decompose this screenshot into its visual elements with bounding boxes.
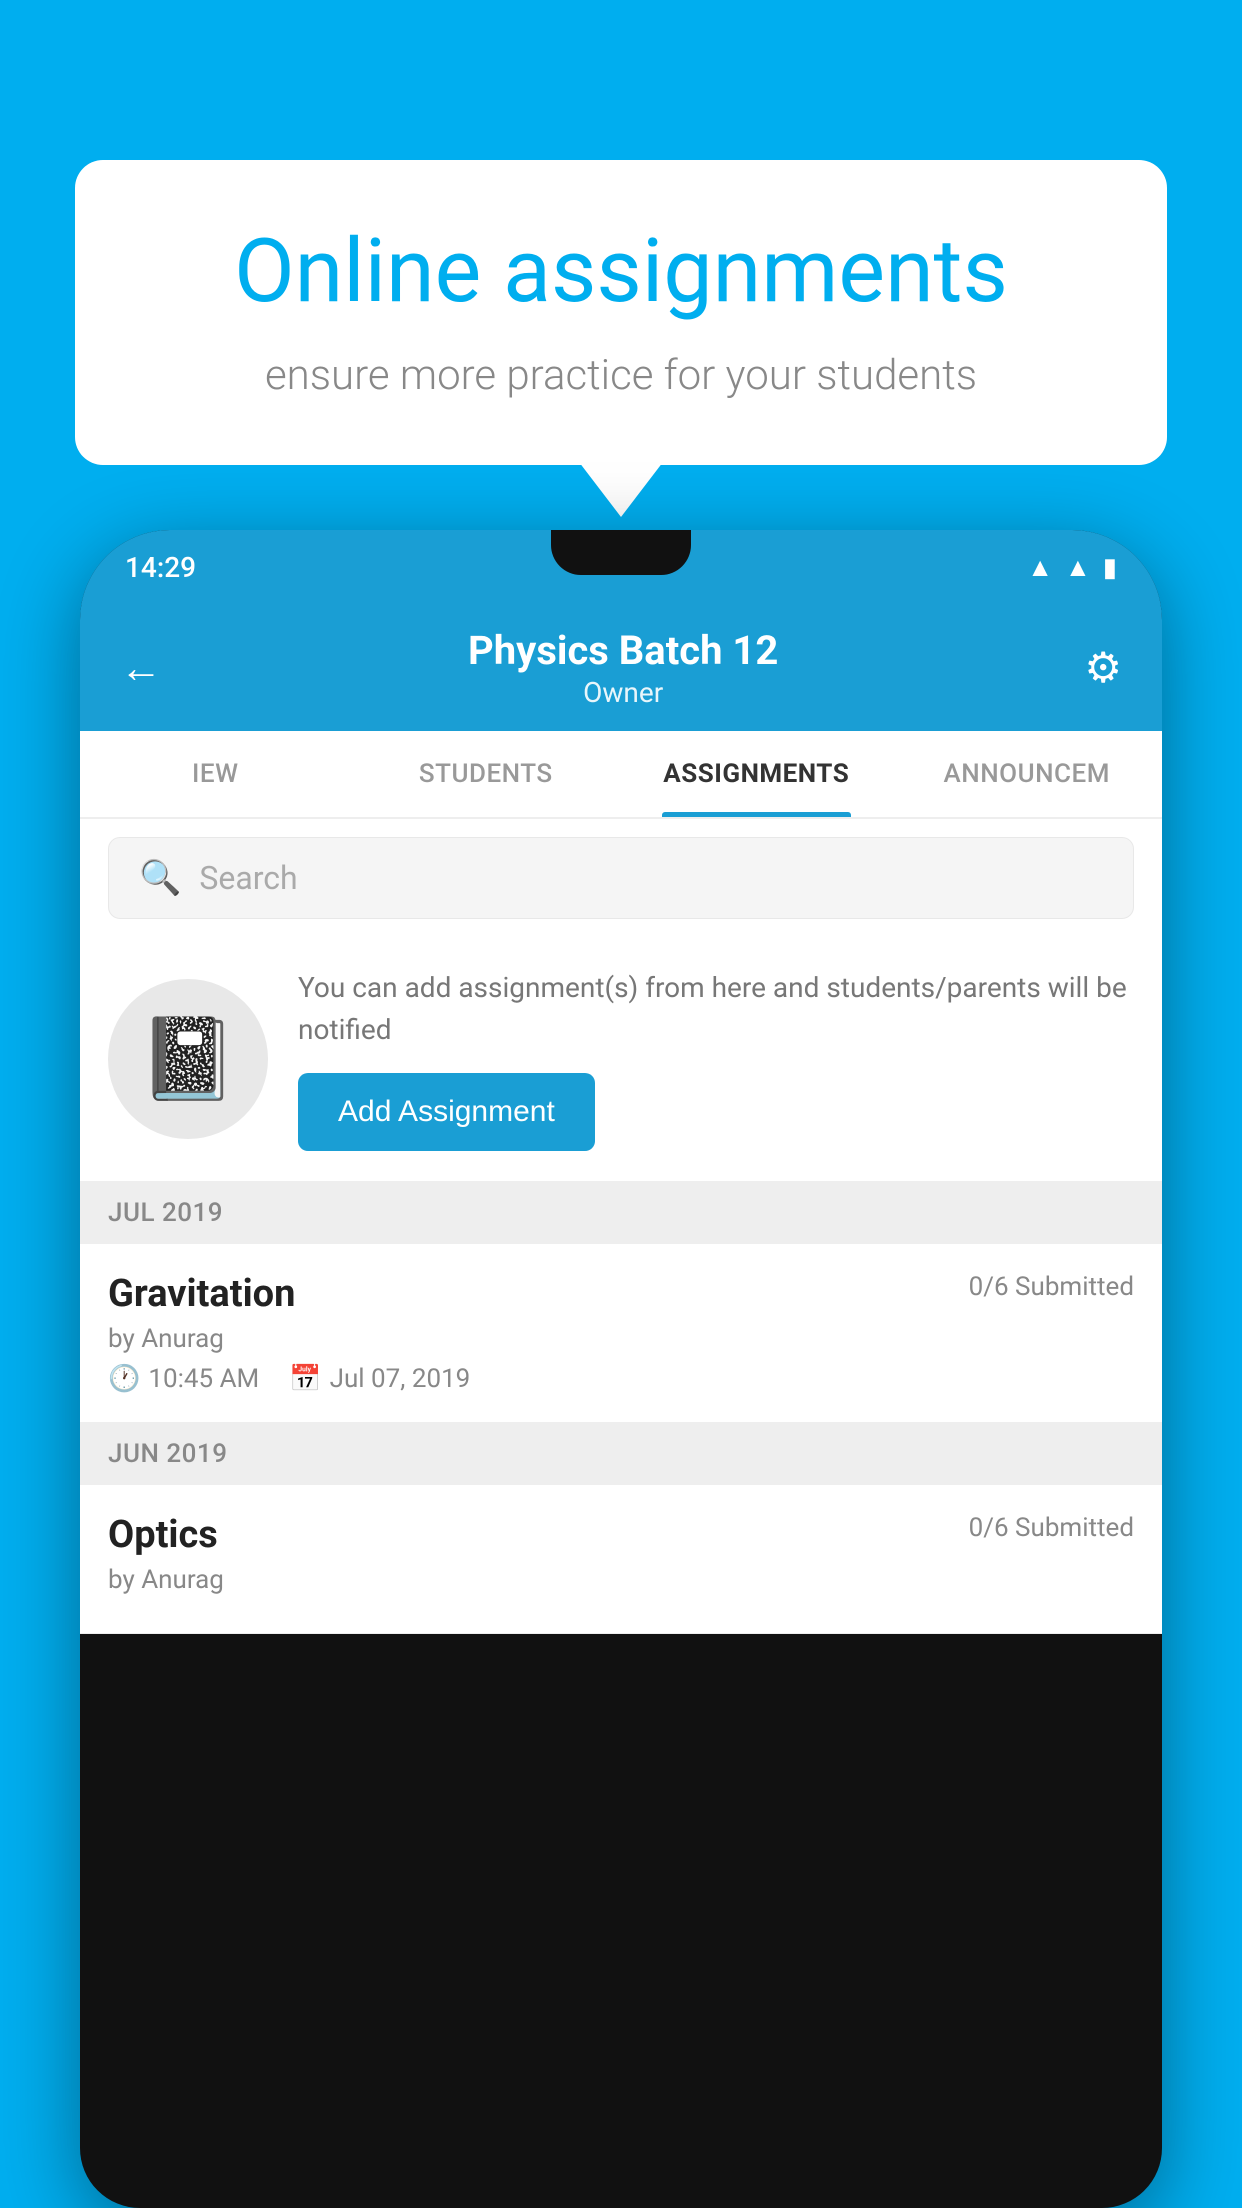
app-header: ← Physics Batch 12 Owner ⚙	[80, 605, 1162, 731]
calendar-icon: 📅	[289, 1364, 321, 1394]
search-bar-container: 🔍 Search	[80, 819, 1162, 937]
section-label-jun: JUN 2019	[108, 1439, 227, 1469]
search-bar[interactable]: 🔍 Search	[108, 837, 1134, 919]
section-label-jul: JUL 2019	[108, 1198, 223, 1228]
clock-icon: 🕐	[108, 1364, 140, 1394]
speech-bubble-subtitle: ensure more practice for your students	[145, 351, 1097, 400]
assignment-by-optics: by Anurag	[108, 1565, 1134, 1595]
assignment-time-gravitation: 10:45 AM	[148, 1364, 259, 1394]
tab-announcements[interactable]: ANNOUNCEM	[892, 731, 1163, 817]
tab-iew[interactable]: IEW	[80, 731, 351, 817]
meta-time-gravitation: 🕐 10:45 AM	[108, 1364, 259, 1394]
assignment-submitted-gravitation: 0/6 Submitted	[969, 1272, 1134, 1302]
speech-bubble-title: Online assignments	[145, 220, 1097, 323]
speech-bubble: Online assignments ensure more practice …	[75, 160, 1167, 465]
meta-date-gravitation: 📅 Jul 07, 2019	[289, 1364, 470, 1394]
status-time: 14:29	[125, 551, 196, 584]
back-button[interactable]: ←	[120, 644, 162, 693]
section-header-jul: JUL 2019	[80, 1182, 1162, 1244]
notebook-icon: 📓	[138, 1012, 238, 1106]
tab-assignments[interactable]: ASSIGNMENTS	[621, 731, 892, 817]
battery-icon: ▮	[1103, 553, 1117, 583]
assignment-name-gravitation: Gravitation	[108, 1272, 295, 1316]
phone-frame: 14:29 ▲ ▲ ▮ ← Physics Batch 12 Owner ⚙ I…	[80, 530, 1162, 2208]
status-icons: ▲ ▲ ▮	[1027, 552, 1117, 583]
search-icon: 🔍	[139, 858, 181, 898]
add-assignment-button[interactable]: Add Assignment	[298, 1073, 595, 1151]
status-bar: 14:29 ▲ ▲ ▮	[80, 530, 1162, 605]
tab-students[interactable]: STUDENTS	[351, 731, 622, 817]
section-header-jun: JUN 2019	[80, 1423, 1162, 1485]
assignment-meta-gravitation: 🕐 10:45 AM 📅 Jul 07, 2019	[108, 1364, 1134, 1394]
speech-bubble-container: Online assignments ensure more practice …	[75, 160, 1167, 465]
assignment-date-gravitation: Jul 07, 2019	[330, 1364, 471, 1394]
assignment-submitted-optics: 0/6 Submitted	[969, 1513, 1134, 1543]
wifi-icon: ▲	[1027, 552, 1053, 583]
tabs-bar: IEW STUDENTS ASSIGNMENTS ANNOUNCEM	[80, 731, 1162, 819]
assignment-item-top: Gravitation 0/6 Submitted	[108, 1272, 1134, 1316]
assignment-by-gravitation: by Anurag	[108, 1324, 1134, 1354]
settings-icon[interactable]: ⚙	[1084, 643, 1122, 693]
batch-title: Physics Batch 12	[468, 627, 778, 674]
assignment-item-top-optics: Optics 0/6 Submitted	[108, 1513, 1134, 1557]
assignment-item-optics[interactable]: Optics 0/6 Submitted by Anurag	[80, 1485, 1162, 1634]
add-assignment-content: You can add assignment(s) from here and …	[298, 967, 1134, 1151]
phone-screen: 🔍 Search 📓 You can add assignment(s) fro…	[80, 819, 1162, 1634]
add-assignment-description: You can add assignment(s) from here and …	[298, 967, 1134, 1051]
signal-icon: ▲	[1065, 552, 1091, 583]
assignment-item-gravitation[interactable]: Gravitation 0/6 Submitted by Anurag 🕐 10…	[80, 1244, 1162, 1423]
assignment-icon-circle: 📓	[108, 979, 268, 1139]
add-assignment-banner: 📓 You can add assignment(s) from here an…	[80, 937, 1162, 1182]
assignment-name-optics: Optics	[108, 1513, 218, 1557]
search-placeholder: Search	[199, 859, 297, 897]
header-title-block: Physics Batch 12 Owner	[468, 627, 778, 709]
owner-subtitle: Owner	[468, 676, 778, 709]
